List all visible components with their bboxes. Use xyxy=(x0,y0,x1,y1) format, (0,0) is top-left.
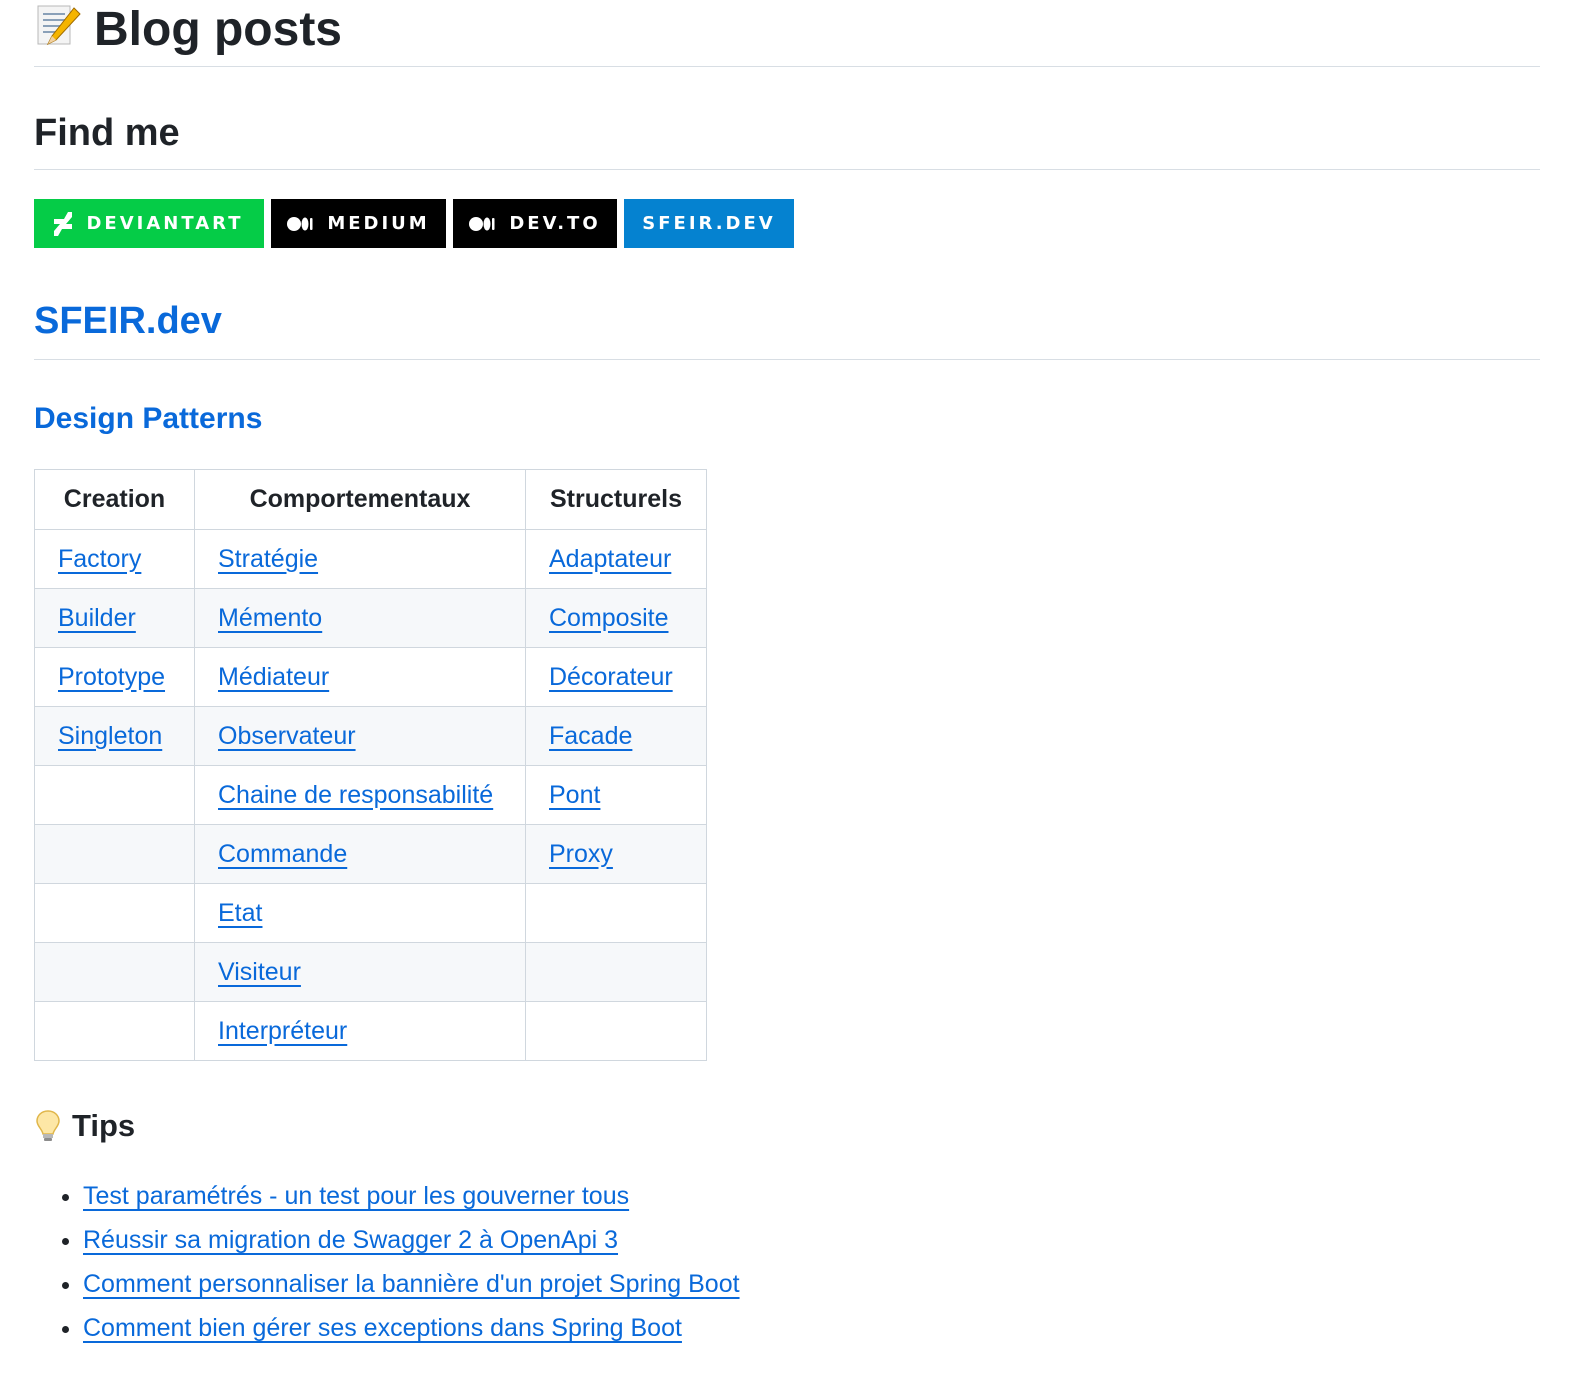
table-cell: Stratégie xyxy=(194,529,526,589)
table-cell: Adaptateur xyxy=(525,529,707,589)
column-header: Creation xyxy=(34,469,195,530)
table-cell xyxy=(525,883,707,943)
deviantart-badge-label: DEVIANTART xyxy=(86,213,244,234)
pattern-link[interactable]: Observateur xyxy=(218,722,356,750)
tips-list: Test paramétrés - un test pour les gouve… xyxy=(34,1174,740,1350)
page-title: Blog posts xyxy=(34,0,1540,67)
column-header: Structurels xyxy=(525,469,707,530)
tips-heading: Tips xyxy=(34,1108,135,1144)
pattern-link[interactable]: Décorateur xyxy=(549,663,673,691)
list-item: Réussir sa migration de Swagger 2 à Open… xyxy=(83,1218,740,1262)
table-row: Etat xyxy=(34,883,707,943)
table-cell: Observateur xyxy=(194,706,526,766)
table-header-row: Creation Comportementaux Structurels xyxy=(34,469,707,530)
pattern-link[interactable]: Composite xyxy=(549,604,669,632)
pattern-link[interactable]: Mémento xyxy=(218,604,322,632)
list-item: Comment bien gérer ses exceptions dans S… xyxy=(83,1306,740,1350)
pattern-link[interactable]: Builder xyxy=(58,604,136,632)
table-cell xyxy=(34,824,195,884)
pattern-link[interactable]: Prototype xyxy=(58,663,165,691)
medium-icon xyxy=(287,216,313,232)
pattern-link[interactable]: Facade xyxy=(549,722,632,750)
list-item: Comment personnaliser la bannière d'un p… xyxy=(83,1262,740,1306)
table-cell: Facade xyxy=(525,706,707,766)
pattern-link[interactable]: Pont xyxy=(549,781,600,809)
medium-badge-label: MEDIUM xyxy=(327,213,430,234)
devto-badge-label: DEV.TO xyxy=(509,213,601,234)
tip-link[interactable]: Réussir sa migration de Swagger 2 à Open… xyxy=(83,1226,618,1254)
pattern-link[interactable]: Etat xyxy=(218,899,262,927)
design-patterns-table: Creation Comportementaux Structurels Fac… xyxy=(34,469,707,1061)
table-cell: Médiateur xyxy=(194,647,526,707)
tip-link[interactable]: Comment personnaliser la bannière d'un p… xyxy=(83,1270,740,1298)
table-cell: Visiteur xyxy=(194,942,526,1002)
pattern-link[interactable]: Proxy xyxy=(549,840,613,868)
table-cell xyxy=(34,765,195,825)
medium-icon xyxy=(469,216,495,232)
sfeir-badge[interactable]: SFEIR.DEV xyxy=(624,199,794,248)
tips-heading-text: Tips xyxy=(72,1108,136,1143)
sfeir-heading-link[interactable]: SFEIR.dev xyxy=(34,300,222,342)
social-badges: DEVIANTART MEDIUM DEV.TO SFEIR.DEV xyxy=(34,199,794,248)
table-cell: Mémento xyxy=(194,588,526,648)
table-row: Builder Mémento Composite xyxy=(34,588,707,648)
lightbulb-icon xyxy=(36,1110,60,1141)
list-item: Test paramétrés - un test pour les gouve… xyxy=(83,1174,740,1218)
table-cell: Prototype xyxy=(34,647,195,707)
table-cell: Factory xyxy=(34,529,195,589)
table-cell: Builder xyxy=(34,588,195,648)
sfeir-badge-label: SFEIR.DEV xyxy=(642,213,776,234)
table-cell xyxy=(34,883,195,943)
column-header: Comportementaux xyxy=(194,469,526,530)
table-row: Factory Stratégie Adaptateur xyxy=(34,529,707,589)
tip-link[interactable]: Test paramétrés - un test pour les gouve… xyxy=(83,1182,629,1210)
table-row: Singleton Observateur Facade xyxy=(34,706,707,766)
devto-badge[interactable]: DEV.TO xyxy=(453,199,617,248)
pattern-link[interactable]: Factory xyxy=(58,545,141,573)
design-patterns-link[interactable]: Design Patterns xyxy=(34,402,262,435)
table-cell: Proxy xyxy=(525,824,707,884)
table-cell: Interpréteur xyxy=(194,1001,526,1061)
pattern-link[interactable]: Singleton xyxy=(58,722,162,750)
table-cell: Composite xyxy=(525,588,707,648)
memo-icon xyxy=(37,5,81,46)
table-cell xyxy=(525,942,707,1002)
pattern-link[interactable]: Interpréteur xyxy=(218,1017,347,1045)
table-cell xyxy=(34,942,195,1002)
tip-link[interactable]: Comment bien gérer ses exceptions dans S… xyxy=(83,1314,682,1342)
find-me-heading: Find me xyxy=(34,112,1540,170)
table-cell: Pont xyxy=(525,765,707,825)
table-row: Chaine de responsabilité Pont xyxy=(34,765,707,825)
pattern-link[interactable]: Visiteur xyxy=(218,958,301,986)
table-cell: Commande xyxy=(194,824,526,884)
table-row: Commande Proxy xyxy=(34,824,707,884)
pattern-link[interactable]: Commande xyxy=(218,840,347,868)
pattern-link[interactable]: Stratégie xyxy=(218,545,318,573)
page-title-text: Blog posts xyxy=(94,2,342,56)
find-me-heading-text: Find me xyxy=(34,112,180,154)
pattern-link[interactable]: Médiateur xyxy=(218,663,329,691)
table-cell: Singleton xyxy=(34,706,195,766)
table-body: Factory Stratégie Adaptateur Builder Mémento… xyxy=(34,529,707,1061)
table-row: Prototype Médiateur Décorateur xyxy=(34,647,707,707)
table-cell: Décorateur xyxy=(525,647,707,707)
pattern-link[interactable]: Adaptateur xyxy=(549,545,671,573)
sfeir-heading: SFEIR.dev xyxy=(34,300,1540,360)
table-cell: Etat xyxy=(194,883,526,943)
table-cell: Chaine de responsabilité xyxy=(194,765,526,825)
medium-badge[interactable]: MEDIUM xyxy=(271,199,446,248)
pattern-link[interactable]: Chaine de responsabilité xyxy=(218,781,493,809)
deviantart-badge[interactable]: DEVIANTART xyxy=(34,199,264,248)
table-row: Interpréteur xyxy=(34,1001,707,1061)
design-patterns-heading: Design Patterns xyxy=(34,402,262,436)
deviantart-icon xyxy=(54,211,73,236)
table-row: Visiteur xyxy=(34,942,707,1002)
table-cell xyxy=(525,1001,707,1061)
table-cell xyxy=(34,1001,195,1061)
